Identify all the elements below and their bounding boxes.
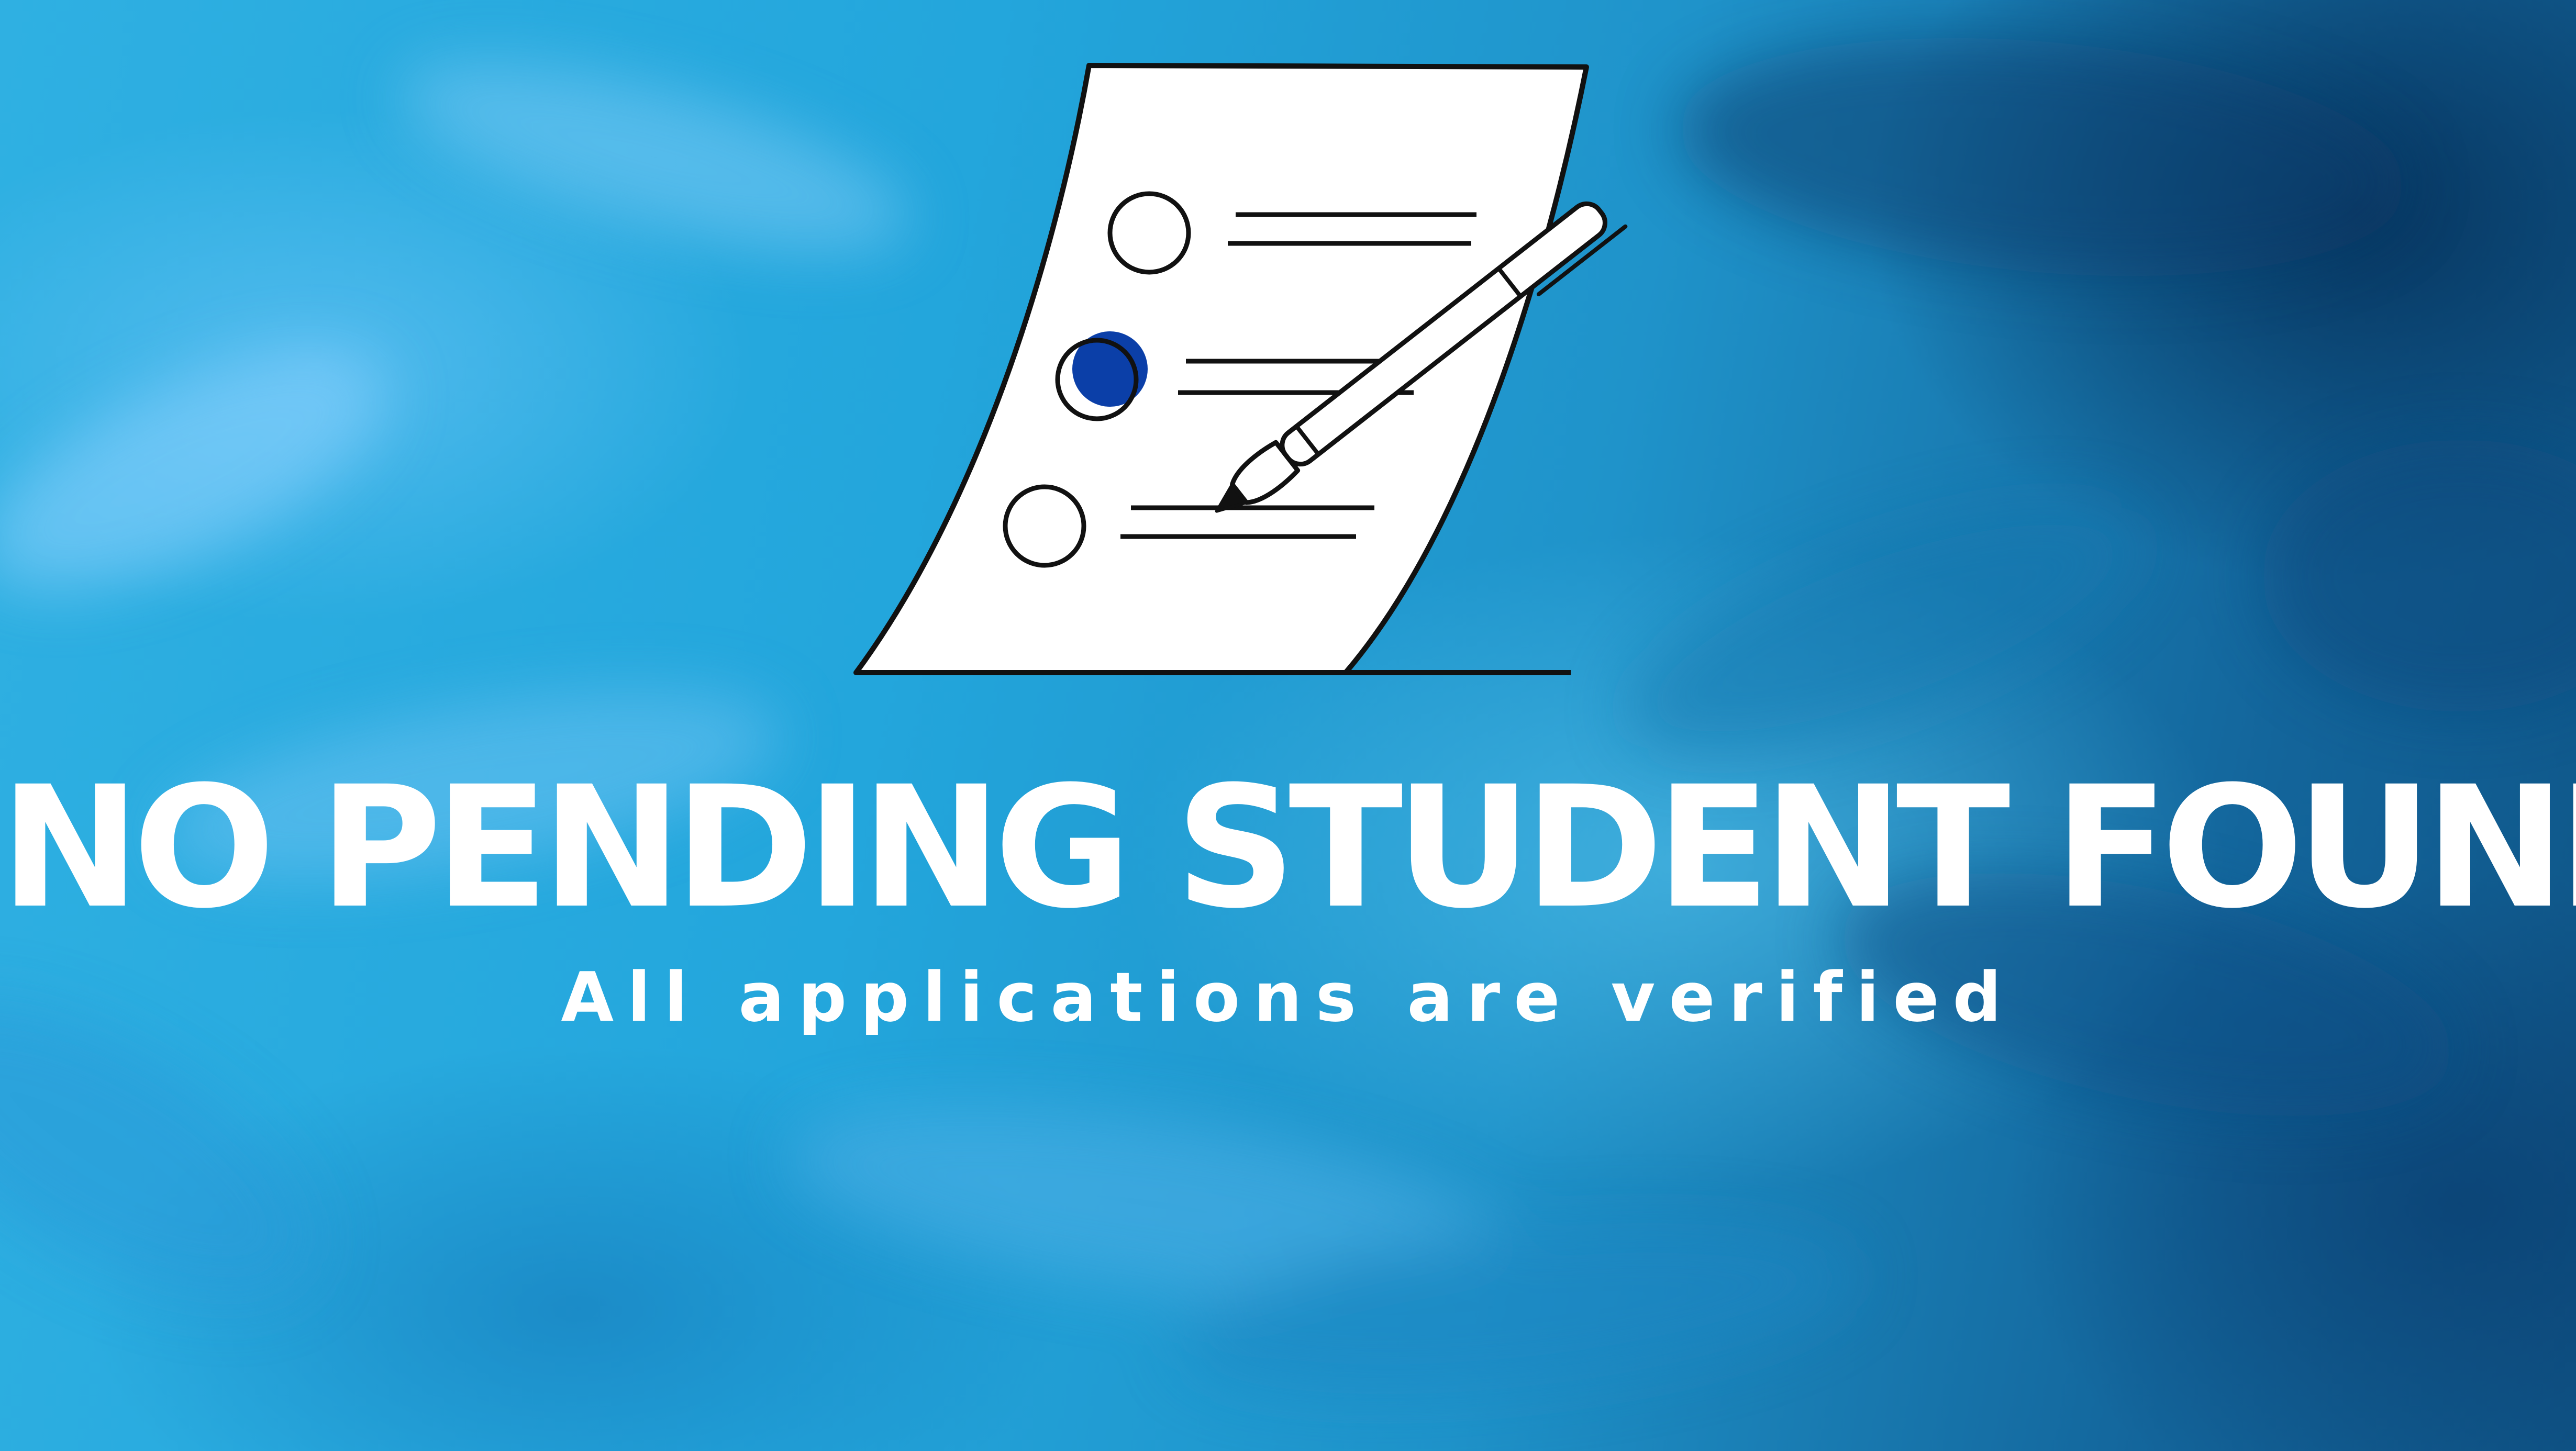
empty-state-title: NO PENDING STUDENT FOUND (0, 751, 2576, 945)
empty-state-subtitle: All applications are verified (561, 957, 2015, 1037)
empty-state-screen: NO PENDING STUDENT FOUND All application… (0, 0, 2576, 1451)
document-checklist-pen-icon (853, 63, 1628, 675)
option-1-radio (1107, 191, 1191, 275)
paper-sheet (853, 63, 1589, 675)
option-3-radio (1003, 484, 1086, 568)
